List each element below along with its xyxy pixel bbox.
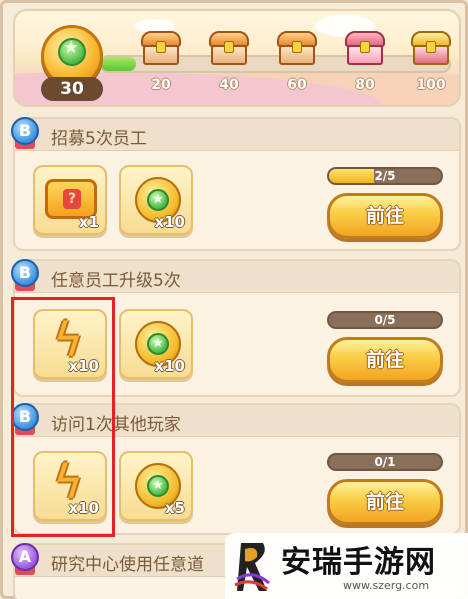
reward-item[interactable]: ★ x10 [119,309,193,379]
grade-b-icon: B [11,117,41,149]
chest-icon[interactable] [277,31,317,65]
reward-quantity: x10 [154,213,185,231]
watermark-title: 安瑞手游网 [281,545,436,580]
milestone-label: 80 [355,77,375,93]
go-button[interactable]: 前往 [327,193,443,239]
reward-quantity: x5 [164,499,185,517]
grade-b-icon: B [11,259,41,291]
task-progress-bar: 2/5 [327,167,443,185]
task-title: 研究中心使用任意道 [51,555,204,575]
watermark-logo-icon [234,543,270,591]
level-progress-fill [101,57,136,71]
reward-item[interactable]: ★ x10 [119,165,193,235]
milestone-label: 100 [416,77,446,93]
milestone-label: 20 [151,77,171,93]
highlight-box [11,297,115,537]
level-progress-banner: 20 40 60 80 100 ★ 30 [13,9,461,107]
reward-item[interactable]: ★ x5 [119,451,193,521]
milestone-label: 60 [287,77,307,93]
level-number: 30 [41,77,103,101]
quest-panel: 20 40 60 80 100 ★ 30 B 招募5次员工 ? x1 ★ x10 [0,0,468,599]
watermark-url: www.szerg.com [343,579,430,592]
task-title: 任意员工升级5次 [51,271,181,291]
reward-quantity: x10 [154,357,185,375]
chest-icon[interactable] [209,31,249,65]
task-progress-bar: 0/1 [327,453,443,471]
task-title: 招募5次员工 [51,129,147,149]
task-progress-bar: 0/5 [327,311,443,329]
task-progress-text: 2/5 [374,169,396,183]
reward-item[interactable]: ? x1 [33,165,107,235]
go-button[interactable]: 前往 [327,479,443,525]
grade-a-icon: A [11,543,41,575]
pink-chest-icon[interactable] [345,31,385,65]
milestone-label: 40 [219,77,239,93]
chest-icon[interactable] [141,31,181,65]
task-card: B 招募5次员工 ? x1 ★ x10 2/5 前往 [11,117,461,251]
task-progress-text: 0/1 [374,455,396,469]
gold-chest-icon[interactable] [411,31,451,65]
go-button[interactable]: 前往 [327,337,443,383]
task-progress-text: 0/5 [374,313,396,327]
reward-quantity: x1 [78,213,99,231]
site-watermark: 安瑞手游网 www.szerg.com [225,533,468,599]
